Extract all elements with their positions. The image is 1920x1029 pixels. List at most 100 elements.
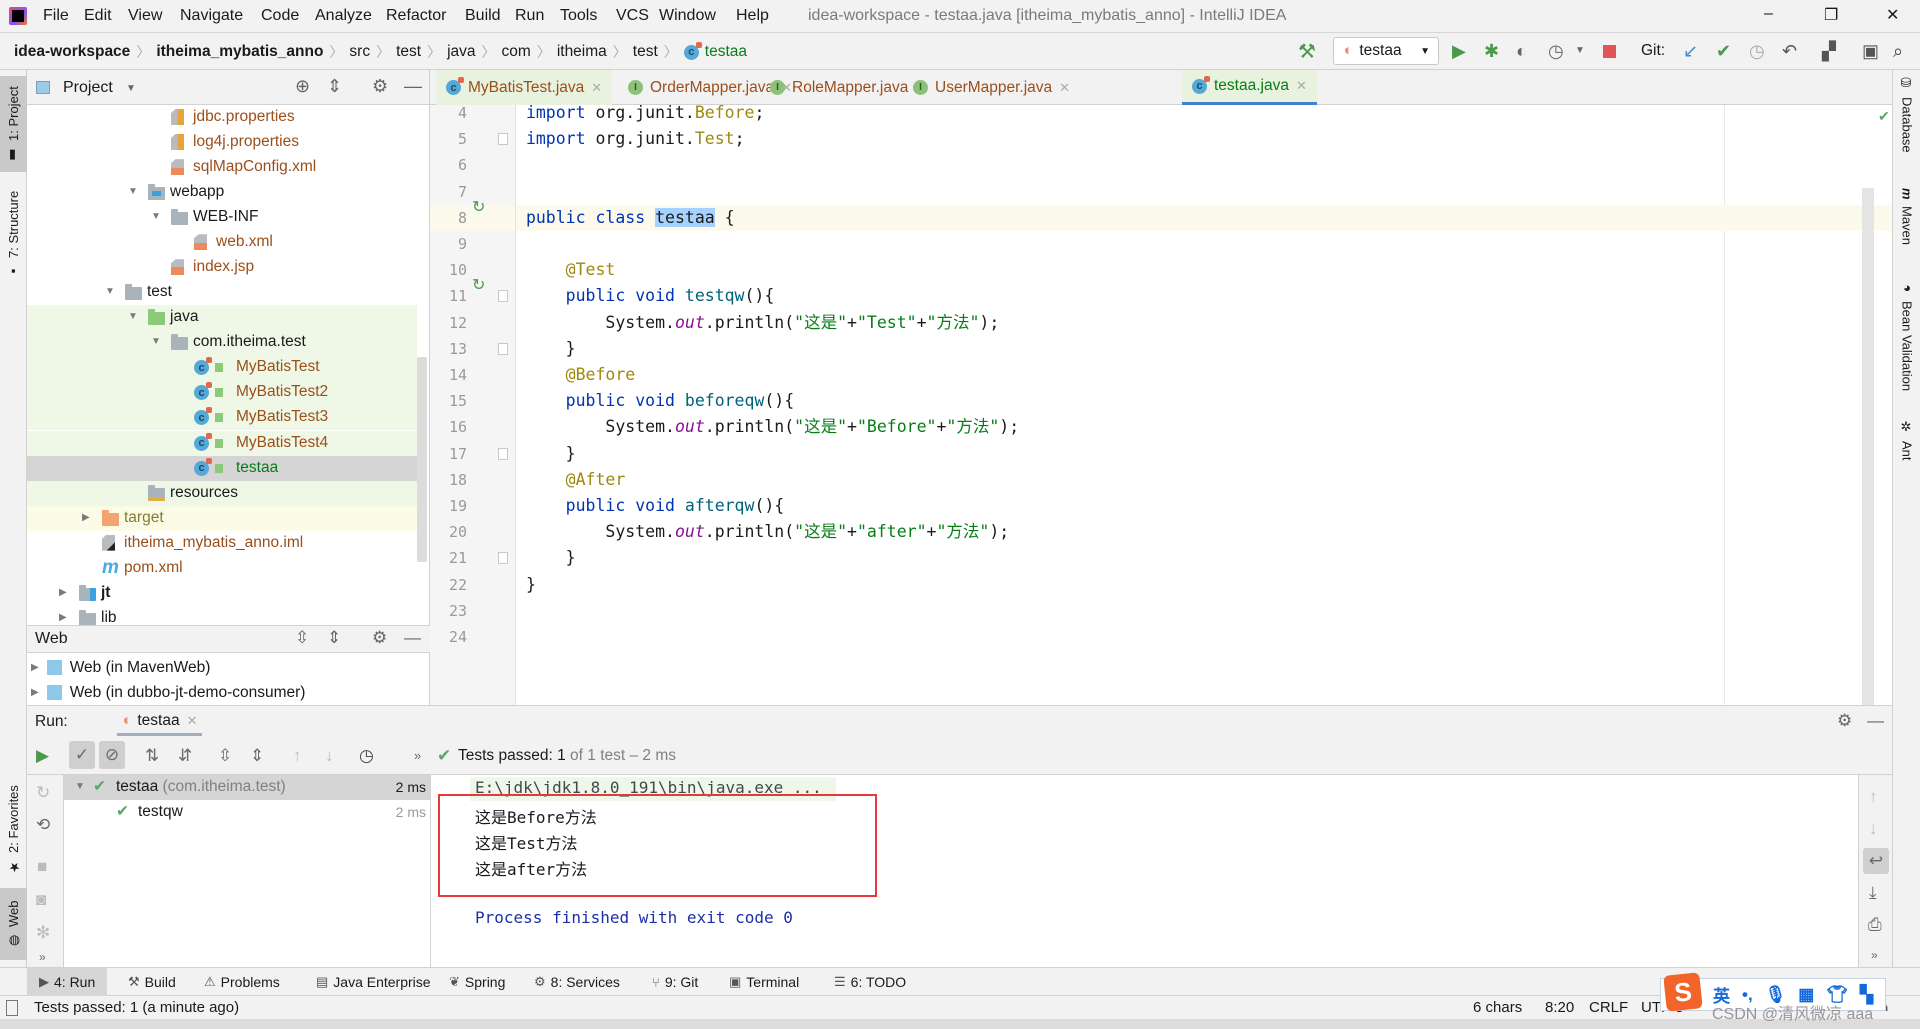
bottom-tab-spring[interactable]: ❦ Spring [445,968,509,996]
gear-icon[interactable]: ⚙ [1837,711,1852,731]
scroll-to-end-icon[interactable]: ⤓ [1869,883,1877,903]
gear-icon[interactable]: ⚙ [372,76,388,97]
tab-usermapper[interactable]: I UserMapper.java ✕ [903,70,1080,105]
test-suite-row[interactable]: ▼ ✔ testaa (com.itheima.test) 2 ms [64,775,430,800]
web-facet-item[interactable]: ▶ Web (in MavenWeb) [31,655,210,680]
fold-icon[interactable] [498,133,508,146]
fold-icon[interactable] [498,447,508,460]
screenshot-icon[interactable]: ◙ [36,890,46,910]
breadcrumb-item[interactable]: idea-workspace [14,43,130,61]
console-output[interactable]: E:\jdk\jdk1.8.0_191\bin\java.exe ... 这是B… [432,775,1882,968]
presentation-icon[interactable]: ▣ [1862,41,1879,61]
tool-tab-ant[interactable]: ✲ Ant [1893,420,1920,461]
more-icon[interactable]: » [39,947,46,967]
bottom-tab-build[interactable]: ⚒ Build [124,968,180,996]
breadcrumb-item[interactable]: itheima [557,43,607,61]
menu-vcs[interactable]: VCS [616,7,649,25]
previous-failed-icon[interactable]: ↑ [293,746,302,766]
tree-item-mybatistest[interactable]: c MyBatisTest [27,355,417,381]
tool-tab-database[interactable]: ⛁ Database [1893,76,1920,153]
run-config-dropdown[interactable]: ◖ testaa ▼ [1333,37,1439,65]
menu-edit[interactable]: Edit [84,7,112,25]
git-history-icon[interactable]: ◷ [1749,41,1765,61]
more-icon[interactable]: » [1871,945,1878,965]
tree-item-mybatistest4[interactable]: c MyBatisTest4 [27,430,417,456]
print-icon[interactable]: ⎙ [1868,915,1882,935]
settings-icon[interactable]: ✻ [36,923,50,943]
rerun-icon[interactable]: ▶ [36,746,49,766]
tool-tab-web[interactable]: ◍ Web [0,888,27,960]
tree-item-webapp[interactable]: ▼ webapp [27,180,417,205]
selection-chars[interactable]: 6 chars [1473,999,1522,1016]
hide-panel-icon[interactable]: — [1867,711,1884,731]
line-separator[interactable]: CRLF [1589,999,1628,1016]
collapse-arrow-icon[interactable]: ▼ [75,781,85,792]
show-passed-toggle[interactable]: ✓ [69,741,95,769]
scroll-up-icon[interactable]: ↑ [1869,787,1878,807]
close-button[interactable]: ✕ [1886,5,1899,25]
menu-code[interactable]: Code [261,7,299,25]
breadcrumb-item[interactable]: java [447,43,475,61]
soft-wrap-icon[interactable]: ↩ [1863,848,1889,874]
editor-scrollbar[interactable] [1862,188,1874,708]
menu-build[interactable]: Build [465,7,501,25]
breadcrumb-item[interactable]: testaa [705,43,747,61]
bottom-tab-run[interactable]: ▶ 4: Run [27,968,108,996]
tree-item-log4j-properties[interactable]: log4j.properties [27,130,417,155]
tree-item-web-xml[interactable]: web.xml [27,230,417,255]
bottom-tab-problems[interactable]: ⚠ Problems [200,968,284,996]
expand-all-icon[interactable]: ⇳ [295,628,309,648]
profile-dropdown-icon[interactable]: ▼ [1575,41,1585,61]
collapse-arrow-icon[interactable]: ▼ [151,336,161,347]
tool-tab-favorites[interactable]: ★ 2: Favorites [0,780,27,880]
tool-tab-maven[interactable]: m Maven [1893,188,1920,245]
breadcrumb-item[interactable]: test [396,43,421,61]
show-ignored-toggle[interactable]: ⊘ [99,741,125,769]
tab-mybatistest[interactable]: c MyBatisTest.java ✕ [436,70,613,105]
code-area[interactable]: import org.junit.Before; import org.juni… [516,105,1892,705]
run-icon[interactable]: ▶ [1452,41,1466,61]
menu-run[interactable]: Run [515,7,544,25]
run-tab-testaa[interactable]: ◖ testaa ✕ [117,708,202,736]
bottom-tab-services[interactable]: ⚙ 8: Services [530,968,624,996]
web-facet-item[interactable]: ▶ Web (in dubbo-jt-demo-consumer) [31,680,305,705]
git-update-icon[interactable]: ↙ [1683,41,1698,61]
sort-by-duration-icon[interactable]: ⇵ [178,746,192,766]
fold-icon[interactable] [498,290,508,303]
gear-icon[interactable]: ⚙ [372,628,387,648]
breadcrumb-item[interactable]: com [502,43,531,61]
tool-tab-structure[interactable]: ▪ 7: Structure [0,185,27,285]
menu-help[interactable]: Help [736,7,769,25]
collapse-all-icon[interactable]: ⇕ [327,628,341,648]
tab-testaa[interactable]: c testaa.java ✕ [1182,70,1317,105]
caret-position[interactable]: 8:20 [1545,999,1574,1016]
scroll-down-icon[interactable]: ↓ [1869,819,1878,839]
collapse-arrow-icon[interactable]: ▼ [128,311,138,322]
tree-item-java[interactable]: ▼ java [27,305,417,331]
fold-icon[interactable] [498,342,508,355]
breadcrumb-item[interactable]: itheima_mybatis_anno [156,43,323,61]
tool-tab-project[interactable]: ▮ 1: Project [0,76,27,172]
hide-panel-icon[interactable]: — [404,628,421,648]
tree-item-resources[interactable]: resources [27,480,417,506]
expand-arrow-icon[interactable]: ▶ [31,687,39,698]
tool-tab-bean-validation[interactable]: ◕ Bean Validation [1893,280,1920,391]
breadcrumb-item[interactable]: src [349,43,370,61]
next-failed-icon[interactable]: ↓ [325,746,334,766]
collapse-arrow-icon[interactable]: ▼ [128,186,138,197]
status-toggle-icon[interactable] [6,1000,18,1016]
tree-item-sqlmapconfig-xml[interactable]: sqlMapConfig.xml [27,155,417,180]
menu-view[interactable]: View [128,7,162,25]
tree-item-pom-xml[interactable]: m pom.xml [27,556,417,581]
debug-icon[interactable]: ✱ [1484,41,1499,61]
git-rollback-icon[interactable]: ↶ [1782,41,1797,61]
test-case-row[interactable]: ✔ testqw 2 ms [64,800,430,825]
close-tab-icon[interactable]: ✕ [1059,80,1070,96]
sort-alphabetically-icon[interactable]: ⇅ [145,746,159,766]
more-icon[interactable]: » [414,746,421,766]
expand-all-icon[interactable]: ⇳ [218,746,232,766]
run-gutter-icon[interactable]: ↻ [472,275,485,295]
expand-arrow-icon[interactable]: ▶ [59,612,67,623]
status-message[interactable]: Tests passed: 1 (a minute ago) [34,999,239,1016]
chevron-down-icon[interactable]: ▼ [126,83,136,94]
